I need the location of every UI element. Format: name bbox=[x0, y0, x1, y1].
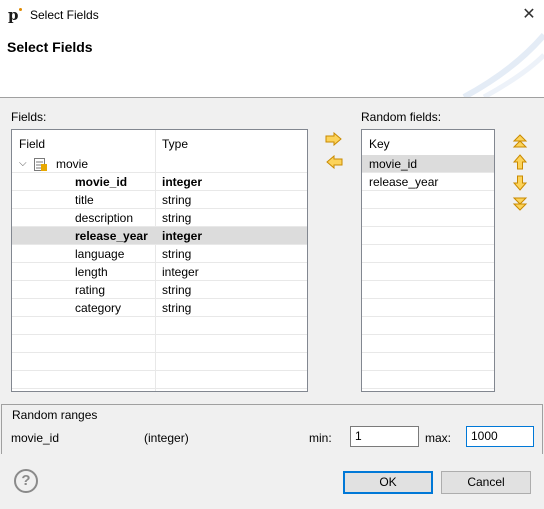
field-name: movie_id bbox=[75, 175, 128, 189]
help-icon[interactable]: ? bbox=[14, 469, 38, 493]
empty-row bbox=[362, 263, 494, 281]
empty-row bbox=[362, 245, 494, 263]
field-type: integer bbox=[162, 265, 199, 279]
empty-row bbox=[362, 227, 494, 245]
move-down-icon bbox=[512, 175, 528, 191]
move-bottom-button[interactable] bbox=[512, 196, 530, 214]
dialog-banner: Select Fields bbox=[0, 31, 544, 98]
table-row[interactable]: rating string bbox=[12, 281, 307, 299]
arrow-left-icon bbox=[326, 154, 343, 170]
table-header: Key bbox=[362, 135, 494, 153]
table-row[interactable]: release_year integer bbox=[12, 227, 307, 245]
random-ranges-label: Random ranges bbox=[12, 408, 98, 422]
table-row[interactable]: release_year bbox=[362, 173, 494, 191]
banner-decoration-icon bbox=[462, 33, 544, 97]
empty-row bbox=[362, 281, 494, 299]
window-title: Select Fields bbox=[30, 8, 99, 22]
field-type: string bbox=[162, 301, 192, 315]
field-name: description bbox=[75, 211, 134, 225]
random-field-name: movie_id bbox=[369, 157, 418, 171]
field-type: integer bbox=[162, 229, 203, 243]
chevron-down-icon[interactable]: ⌵ bbox=[19, 155, 27, 173]
dialog-heading: Select Fields bbox=[7, 39, 93, 55]
move-top-button[interactable] bbox=[512, 133, 530, 151]
random-ranges-section: Random ranges movie_id (integer) min: 1 … bbox=[1, 404, 543, 454]
column-header-key[interactable]: Key bbox=[369, 135, 390, 153]
empty-row bbox=[362, 209, 494, 227]
field-name: language bbox=[75, 247, 125, 261]
empty-row bbox=[12, 317, 307, 335]
range-field-name: movie_id bbox=[11, 431, 60, 445]
column-header-field[interactable]: Field bbox=[19, 135, 45, 153]
table-row[interactable]: movie_id integer bbox=[12, 173, 307, 191]
table-row[interactable]: language string bbox=[12, 245, 307, 263]
title-bar: p Select Fields ✕ bbox=[0, 0, 544, 31]
max-label: max: bbox=[425, 431, 452, 445]
field-name: rating bbox=[75, 283, 106, 297]
empty-row bbox=[362, 191, 494, 209]
table-row[interactable]: length integer bbox=[12, 263, 307, 281]
app-logo-icon: p bbox=[8, 7, 24, 23]
empty-row bbox=[12, 335, 307, 353]
arrow-right-icon bbox=[325, 131, 342, 147]
fields-table[interactable]: Field Type ⌵ movie movie_id integer title s… bbox=[11, 129, 308, 392]
ok-button[interactable]: OK bbox=[343, 471, 433, 494]
empty-row bbox=[362, 299, 494, 317]
field-name: title bbox=[75, 193, 94, 207]
empty-row bbox=[362, 353, 494, 371]
move-top-icon bbox=[512, 134, 528, 148]
tree-group-movie[interactable]: ⌵ movie bbox=[12, 155, 307, 173]
add-field-button[interactable] bbox=[325, 131, 343, 150]
field-type: string bbox=[162, 211, 192, 225]
field-name: release_year bbox=[75, 229, 148, 243]
min-value-input[interactable]: 1 bbox=[350, 426, 419, 447]
empty-row bbox=[362, 317, 494, 335]
group-label: movie bbox=[56, 157, 89, 171]
move-bottom-icon bbox=[512, 197, 528, 211]
fields-label: Fields: bbox=[11, 110, 47, 124]
remove-field-button[interactable] bbox=[325, 154, 343, 173]
move-up-icon bbox=[512, 154, 528, 170]
empty-row bbox=[362, 335, 494, 353]
cancel-button[interactable]: Cancel bbox=[441, 471, 531, 494]
field-name: category bbox=[75, 301, 122, 315]
table-row[interactable]: description string bbox=[12, 209, 307, 227]
random-fields-table[interactable]: Key movie_id release_year bbox=[361, 129, 495, 392]
table-entity-icon bbox=[34, 158, 47, 171]
field-name: length bbox=[75, 265, 108, 279]
field-type: string bbox=[162, 193, 192, 207]
random-field-name: release_year bbox=[369, 175, 439, 189]
column-header-type[interactable]: Type bbox=[162, 135, 188, 153]
table-row[interactable]: movie_id bbox=[362, 155, 494, 173]
move-up-button[interactable] bbox=[512, 154, 530, 172]
move-down-button[interactable] bbox=[512, 175, 530, 193]
max-value-input[interactable]: 1000 bbox=[466, 426, 534, 447]
random-fields-label: Random fields: bbox=[361, 110, 442, 124]
table-row[interactable]: category string bbox=[12, 299, 307, 317]
field-type: integer bbox=[162, 175, 203, 189]
close-icon[interactable]: ✕ bbox=[518, 4, 540, 26]
field-type: string bbox=[162, 283, 192, 297]
empty-row bbox=[12, 371, 307, 389]
table-header: Field Type bbox=[12, 135, 307, 153]
field-type: string bbox=[162, 247, 192, 261]
empty-row bbox=[362, 371, 494, 389]
empty-row bbox=[12, 353, 307, 371]
table-row[interactable]: title string bbox=[12, 191, 307, 209]
range-field-type: (integer) bbox=[144, 431, 189, 445]
min-label: min: bbox=[309, 431, 332, 445]
